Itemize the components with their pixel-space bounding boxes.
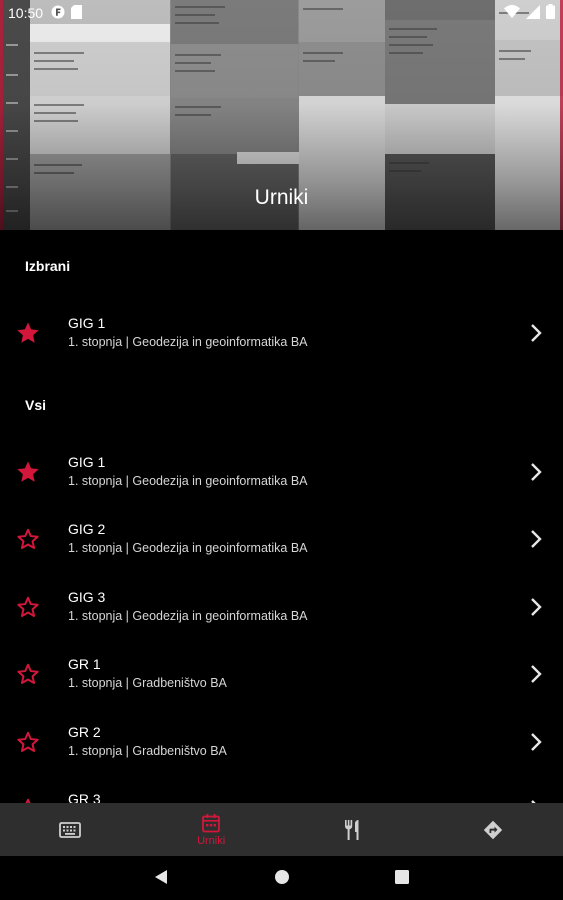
- system-navigation-bar: [0, 856, 563, 900]
- status-bar: 10:50: [0, 0, 563, 26]
- signal-icon: [526, 4, 540, 22]
- sd-card-icon: [71, 4, 83, 22]
- nav-item-keyboard[interactable]: [0, 803, 141, 856]
- star-outline-icon[interactable]: [15, 526, 41, 552]
- chevron-right-icon: [531, 324, 542, 342]
- back-triangle-icon[interactable]: [154, 869, 168, 885]
- status-time: 10:50: [8, 5, 44, 21]
- wifi-icon: [504, 5, 520, 21]
- nav-item-directions[interactable]: [422, 803, 563, 856]
- item-subtitle: 1. stopnja | Gradbeništvo BA: [68, 744, 227, 758]
- nav-item-restaurant[interactable]: [282, 803, 423, 856]
- calendar-icon: [202, 813, 221, 832]
- directions-icon: [483, 820, 502, 839]
- chevron-right-icon: [531, 463, 542, 481]
- chevron-right-icon: [531, 665, 542, 683]
- star-outline-icon[interactable]: [15, 594, 41, 620]
- item-subtitle: 1. stopnja | Geodezija in geoinformatika…: [68, 474, 308, 488]
- status-right-icons: [504, 4, 555, 22]
- chevron-right-icon: [531, 598, 542, 616]
- item-subtitle: 1. stopnja | Geodezija in geoinformatika…: [68, 541, 308, 555]
- page-title: Urniki: [254, 186, 309, 209]
- item-title: GR 2: [68, 724, 101, 740]
- home-circle-icon[interactable]: [274, 869, 290, 885]
- recents-square-icon[interactable]: [395, 870, 409, 884]
- item-title: GIG 3: [68, 589, 106, 605]
- item-subtitle: 1. stopnja | Geodezija in geoinformatika…: [68, 335, 308, 349]
- battery-icon: [546, 4, 555, 22]
- chevron-right-icon: [531, 733, 542, 751]
- item-title: GIG 2: [68, 521, 106, 537]
- chevron-right-icon: [531, 530, 542, 548]
- section-label-favorites: Izbrani: [25, 258, 71, 274]
- item-subtitle: 1. stopnja | Gradbeništvo BA: [68, 676, 227, 690]
- nav-item-urniki[interactable]: Urniki: [141, 803, 282, 856]
- list-item[interactable]: GIG 3 1. stopnja | Geodezija in geoinfor…: [0, 580, 563, 644]
- star-filled-icon[interactable]: [15, 320, 41, 346]
- list-item[interactable]: GR 2 1. stopnja | Gradbeništvo BA: [0, 715, 563, 779]
- keyboard-icon: [59, 821, 82, 838]
- favorite-item[interactable]: GIG 1 1. stopnja | Geodezija in geoinfor…: [0, 306, 563, 370]
- item-title: GR 1: [68, 656, 101, 672]
- item-title: GIG 1: [68, 454, 106, 470]
- list-item[interactable]: GIG 1 1. stopnja | Geodezija in geoinfor…: [0, 445, 563, 509]
- star-outline-icon[interactable]: [15, 661, 41, 687]
- star-filled-icon[interactable]: [15, 459, 41, 485]
- restaurant-icon: [344, 819, 359, 840]
- app-screen: Urniki 10:50 Izbrani GIG 1 1. stopnja | …: [0, 0, 563, 900]
- section-label-all: Vsi: [25, 397, 47, 413]
- bottom-navigation: Urniki: [0, 803, 563, 856]
- f-app-icon: [51, 5, 65, 22]
- item-title: GIG 1: [68, 315, 106, 331]
- nav-label-urniki: Urniki: [197, 834, 226, 847]
- star-outline-icon[interactable]: [15, 729, 41, 755]
- item-subtitle: 1. stopnja | Geodezija in geoinformatika…: [68, 609, 308, 623]
- list-item[interactable]: GIG 2 1. stopnja | Geodezija in geoinfor…: [0, 512, 563, 576]
- header-banner: Urniki: [0, 0, 563, 230]
- list-item[interactable]: GR 1 1. stopnja | Gradbeništvo BA: [0, 647, 563, 711]
